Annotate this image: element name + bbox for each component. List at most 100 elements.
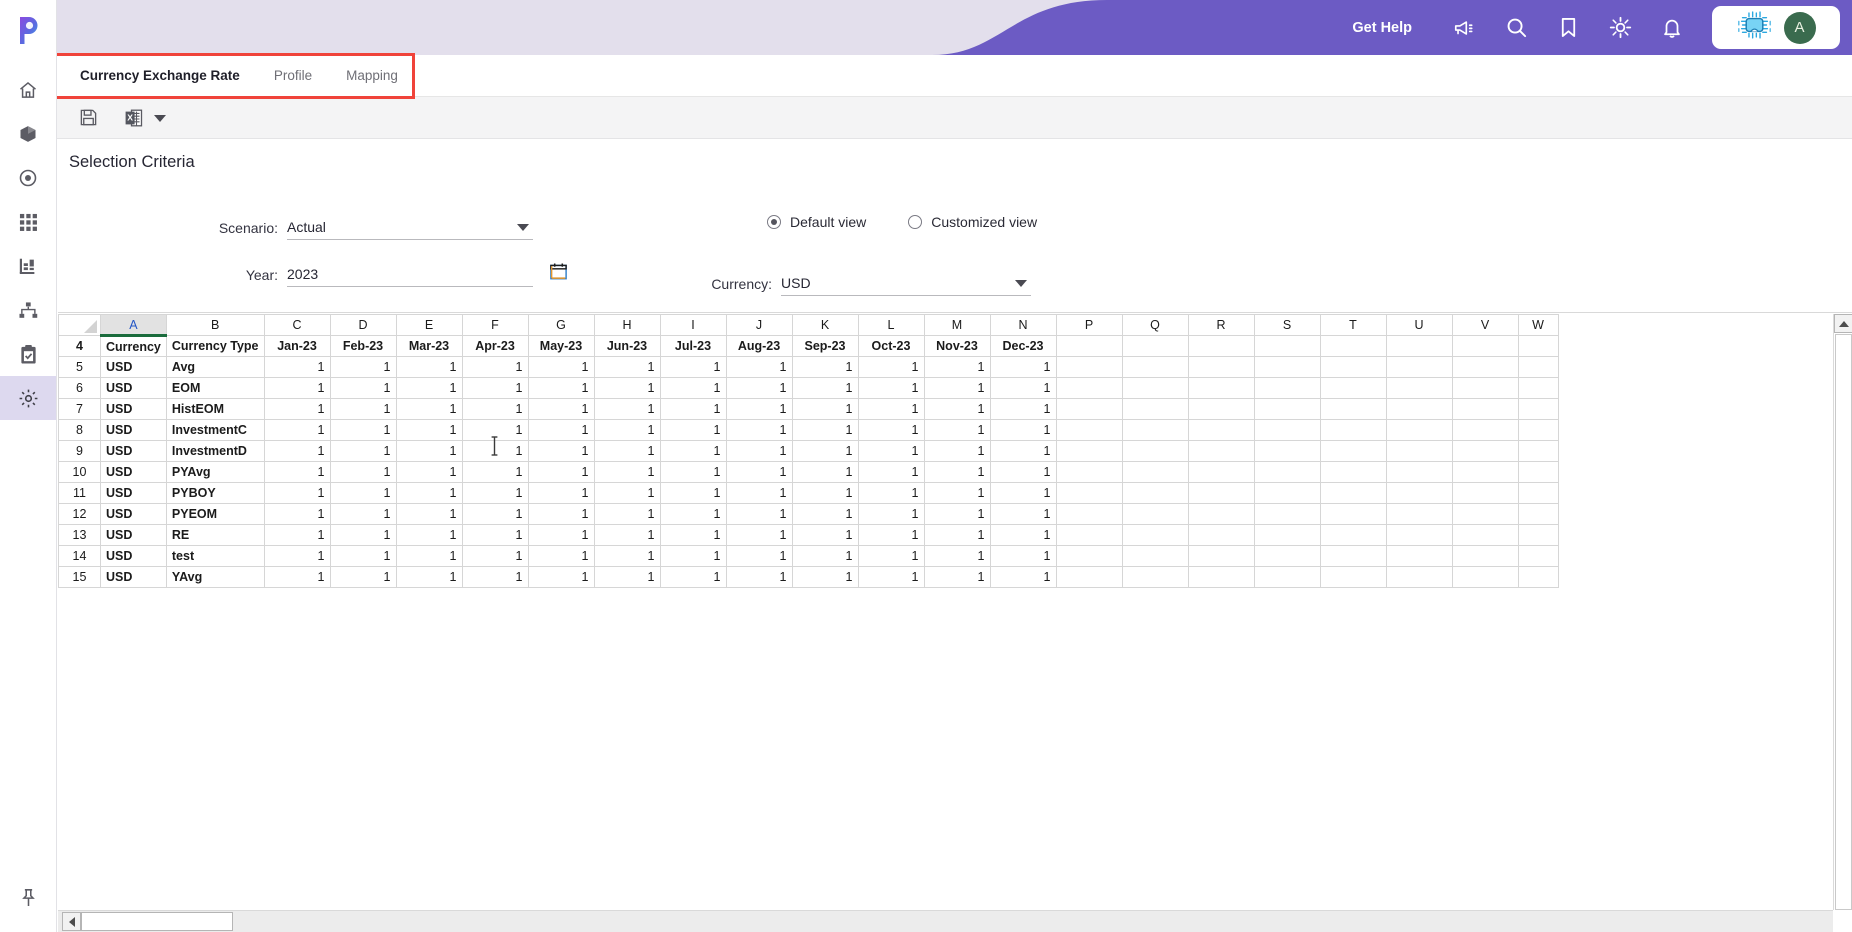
sidebar-item-hierarchy[interactable] [0, 288, 56, 332]
row-header[interactable]: 15 [58, 566, 101, 588]
table-cell[interactable]: 1 [659, 482, 727, 504]
table-cell[interactable]: USD [100, 524, 167, 546]
table-cell[interactable] [1385, 398, 1453, 420]
table-cell[interactable] [1121, 419, 1189, 441]
table-cell[interactable]: 1 [329, 461, 397, 483]
header-cell[interactable]: Aug-23 [725, 335, 793, 357]
table-cell[interactable] [1187, 524, 1255, 546]
column-header-f[interactable]: F [461, 314, 529, 336]
row-header[interactable]: 9 [58, 440, 101, 462]
column-header-j[interactable]: J [725, 314, 793, 336]
table-cell[interactable]: 1 [725, 377, 793, 399]
table-cell[interactable]: 1 [857, 356, 925, 378]
column-header-w[interactable]: W [1517, 314, 1559, 336]
table-cell[interactable] [1121, 398, 1189, 420]
horizontal-scroll-thumb[interactable] [81, 912, 233, 931]
year-input[interactable]: 2023 [287, 266, 533, 287]
header-cell[interactable]: May-23 [527, 335, 595, 357]
get-help-link[interactable]: Get Help [1352, 20, 1412, 36]
table-cell[interactable]: InvestmentC [165, 419, 265, 441]
table-cell[interactable]: 1 [527, 482, 595, 504]
table-cell[interactable]: 1 [989, 419, 1057, 441]
table-cell[interactable] [1517, 419, 1559, 441]
table-cell[interactable]: 1 [659, 545, 727, 567]
table-cell[interactable]: 1 [461, 482, 529, 504]
table-cell[interactable] [1385, 440, 1453, 462]
table-cell[interactable]: 1 [791, 398, 859, 420]
table-cell[interactable]: 1 [461, 377, 529, 399]
table-cell[interactable]: 1 [989, 461, 1057, 483]
table-cell[interactable] [1451, 482, 1519, 504]
table-cell[interactable]: 1 [461, 545, 529, 567]
select-all-corner[interactable] [58, 314, 101, 336]
table-cell[interactable]: Avg [165, 356, 265, 378]
notifications-button[interactable] [1646, 0, 1698, 55]
table-cell[interactable] [1121, 503, 1189, 525]
table-cell[interactable]: 1 [857, 545, 925, 567]
table-cell[interactable]: 1 [659, 524, 727, 546]
table-cell[interactable]: 1 [527, 545, 595, 567]
table-cell[interactable]: USD [100, 461, 167, 483]
table-cell[interactable]: 1 [725, 398, 793, 420]
table-cell[interactable] [1055, 356, 1123, 378]
table-cell[interactable]: 1 [329, 398, 397, 420]
header-cell[interactable]: Currency Type [165, 335, 265, 357]
table-cell[interactable] [1187, 461, 1255, 483]
table-cell[interactable] [1517, 461, 1559, 483]
table-cell[interactable] [1121, 377, 1189, 399]
table-cell[interactable] [1187, 398, 1255, 420]
header-cell[interactable] [1055, 335, 1123, 357]
table-cell[interactable]: EOM [165, 377, 265, 399]
table-cell[interactable]: 1 [923, 482, 991, 504]
table-cell[interactable] [1451, 440, 1519, 462]
table-cell[interactable]: 1 [593, 377, 661, 399]
table-cell[interactable] [1055, 524, 1123, 546]
table-cell[interactable]: 1 [593, 461, 661, 483]
table-cell[interactable]: 1 [857, 524, 925, 546]
column-header-t[interactable]: T [1319, 314, 1387, 336]
table-cell[interactable] [1385, 482, 1453, 504]
table-cell[interactable] [1319, 461, 1387, 483]
table-row[interactable]: 11 USD PYBOY 1 1 1 1 1 1 1 1 1 1 1 1 [58, 482, 1559, 504]
table-row[interactable]: 8 USD InvestmentC 1 1 1 1 1 1 1 1 1 1 1 1 [58, 419, 1559, 441]
header-cell[interactable]: Currency [100, 335, 167, 357]
table-cell[interactable]: 1 [263, 566, 331, 588]
table-cell[interactable]: 1 [989, 377, 1057, 399]
table-cell[interactable]: YAvg [165, 566, 265, 588]
table-cell[interactable] [1319, 503, 1387, 525]
table-cell[interactable] [1517, 566, 1559, 588]
column-header-v[interactable]: V [1451, 314, 1519, 336]
table-cell[interactable]: 1 [329, 482, 397, 504]
table-cell[interactable]: 1 [989, 566, 1057, 588]
header-cell[interactable]: Dec-23 [989, 335, 1057, 357]
table-cell[interactable]: 1 [263, 524, 331, 546]
row-header[interactable]: 14 [58, 545, 101, 567]
table-cell[interactable]: USD [100, 419, 167, 441]
table-cell[interactable]: 1 [791, 419, 859, 441]
header-cell[interactable] [1187, 335, 1255, 357]
column-header-b[interactable]: B [165, 314, 265, 336]
header-cell[interactable] [1517, 335, 1559, 357]
table-cell[interactable]: 1 [659, 566, 727, 588]
table-cell[interactable]: InvestmentD [165, 440, 265, 462]
scroll-up-button[interactable] [1834, 314, 1852, 333]
tab-mapping[interactable]: Mapping [346, 55, 398, 97]
table-cell[interactable]: USD [100, 545, 167, 567]
column-header-p[interactable]: P [1055, 314, 1123, 336]
table-cell[interactable] [1451, 545, 1519, 567]
row-header[interactable]: 10 [58, 461, 101, 483]
table-cell[interactable]: 1 [725, 545, 793, 567]
sidebar-item-target[interactable] [0, 156, 56, 200]
table-cell[interactable] [1187, 482, 1255, 504]
table-cell[interactable]: 1 [725, 503, 793, 525]
table-cell[interactable]: 1 [659, 377, 727, 399]
table-cell[interactable] [1451, 377, 1519, 399]
table-cell[interactable]: 1 [857, 566, 925, 588]
table-cell[interactable]: 1 [395, 440, 463, 462]
column-header-n[interactable]: N [989, 314, 1057, 336]
table-cell[interactable] [1319, 377, 1387, 399]
column-header-e[interactable]: E [395, 314, 463, 336]
scenario-select[interactable]: Actual [287, 219, 533, 240]
column-header-m[interactable]: M [923, 314, 991, 336]
table-cell[interactable]: 1 [527, 377, 595, 399]
